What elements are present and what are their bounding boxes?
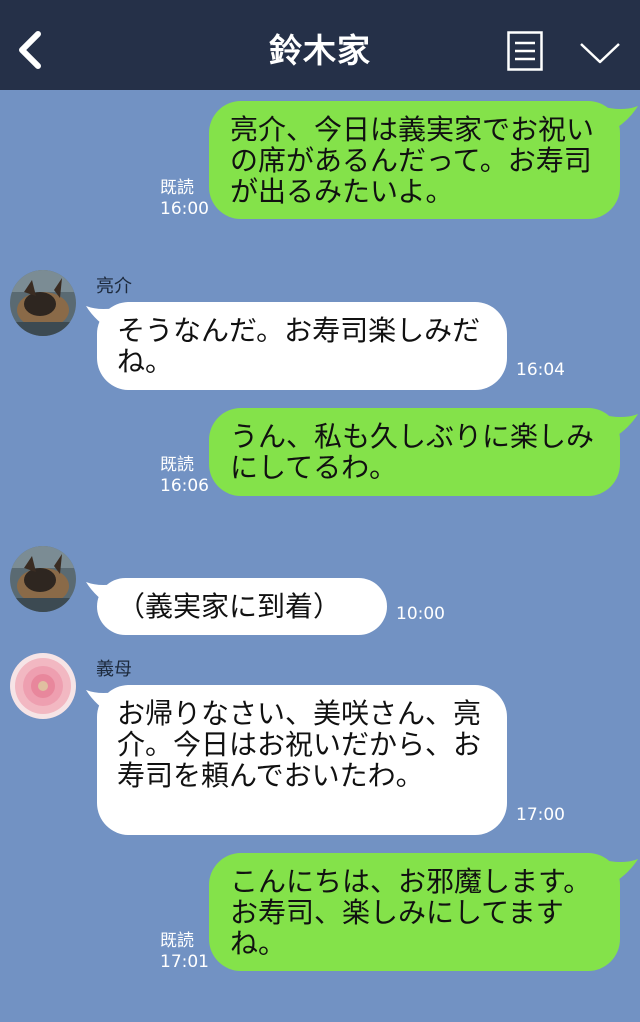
message-bubble-received[interactable]: そうなんだ。お寿司楽しみだね。 [97, 302, 507, 390]
chevron-down-icon [580, 43, 620, 64]
message-time: 10:00 [396, 604, 445, 624]
chat-header: 鈴木家 [0, 0, 640, 90]
notes-icon [507, 31, 543, 71]
dog-avatar-icon [10, 546, 76, 612]
read-receipt: 既読 [160, 455, 194, 475]
menu-button[interactable] [507, 31, 543, 71]
message-bubble-received[interactable]: （義実家に到着） [97, 578, 387, 635]
message-time: 17:01 [160, 952, 209, 972]
message-bubble-sent[interactable]: うん、私も久しぶりに楽しみにしてるわ。 [209, 408, 620, 496]
read-receipt: 既読 [160, 931, 194, 951]
message-meta: 既読 17:01 [160, 931, 209, 973]
message-text: お帰りなさい、美咲さん、亮介。今日はお祝いだから、お寿司を頼んでおいたわ。 [117, 697, 482, 792]
message-bubble-sent[interactable]: こんにちは、お邪魔します。お寿司、楽しみにしてますね。 [209, 853, 620, 971]
avatar-mother-in-law[interactable] [10, 653, 76, 719]
message-time: 17:00 [516, 805, 565, 825]
message-text: （義実家に到着） [117, 590, 342, 623]
sender-name: 義母 [96, 659, 132, 680]
message-text: こんにちは、お邪魔します。お寿司、楽しみにしてますね。 [230, 865, 592, 960]
message-text: うん、私も久しぶりに楽しみにしてるわ。 [230, 420, 595, 484]
read-receipt: 既読 [160, 178, 194, 198]
message-text: 亮介、今日は義実家でお祝いの席があるんだって。お寿司が出るみたいよ。 [230, 113, 595, 208]
message-text: そうなんだ。お寿司楽しみだね。 [117, 314, 481, 378]
message-time: 16:00 [160, 199, 209, 219]
sender-name: 亮介 [96, 276, 132, 297]
message-time: 16:04 [516, 360, 565, 380]
message-meta: 既読 16:00 [160, 178, 209, 220]
message-time: 16:06 [160, 476, 209, 496]
message-meta: 既読 16:06 [160, 455, 209, 497]
message-bubble-sent[interactable]: 亮介、今日は義実家でお祝いの席があるんだって。お寿司が出るみたいよ。 [209, 101, 620, 219]
dog-avatar-icon [10, 270, 76, 336]
flower-avatar-icon [10, 653, 76, 719]
collapse-button[interactable] [578, 40, 622, 66]
avatar-ryosuke[interactable] [10, 270, 76, 336]
chat-title: 鈴木家 [269, 31, 371, 70]
avatar-ryosuke[interactable] [10, 546, 76, 612]
message-bubble-received[interactable]: お帰りなさい、美咲さん、亮介。今日はお祝いだから、お寿司を頼んでおいたわ。 [97, 685, 507, 835]
